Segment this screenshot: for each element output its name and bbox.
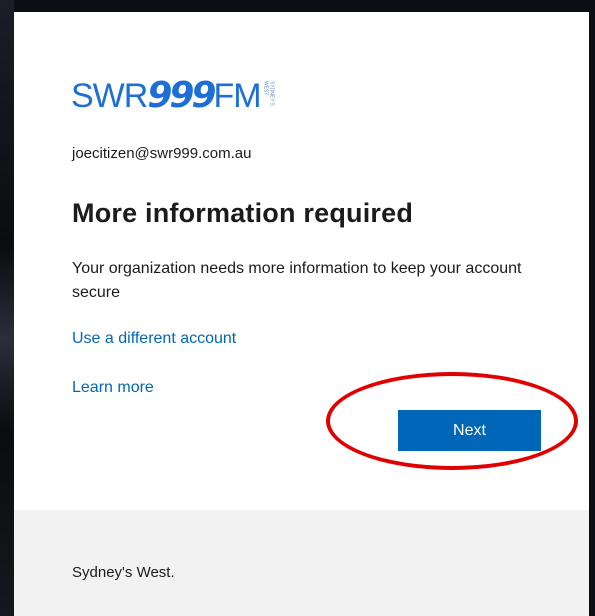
window-edge-top [0,0,595,12]
screen: SWR 999 FM SYDNEY'S WEST joecitizen@swr9… [0,0,595,616]
logo-numerals: 999 [147,75,216,116]
learn-more-link[interactable]: Learn more [72,379,154,397]
account-email: joecitizen@swr999.com.au [72,145,252,162]
use-different-account-link[interactable]: Use a different account [72,330,236,348]
company-logo: SWR 999 FM SYDNEY'S WEST [71,74,275,118]
description-text: Your organization needs more information… [72,260,522,301]
page-title: More information required [72,198,414,228]
footer: Sydney's West. [14,510,589,616]
footer-text: Sydney's West. [72,564,175,581]
next-button[interactable]: Next [398,410,541,451]
logo-suffix: FM [213,77,261,115]
logo-prefix: SWR [71,77,148,115]
logo-tagline: SYDNEY'S WEST [262,81,275,106]
sign-in-card: SWR 999 FM SYDNEY'S WEST joecitizen@swr9… [14,12,589,616]
window-edge-left [0,0,14,616]
window-edge-right [589,0,595,616]
